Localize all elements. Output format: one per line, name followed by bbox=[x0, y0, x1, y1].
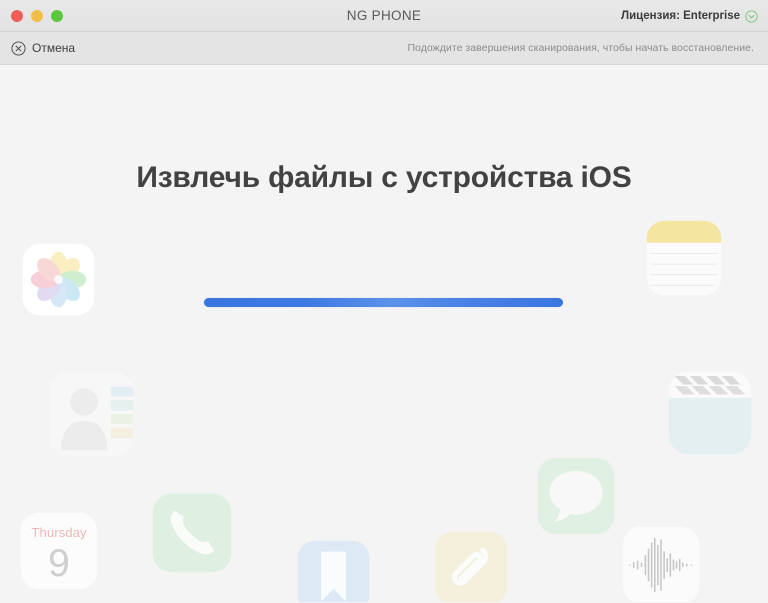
toolbar: Отмена Подождите завершения сканирования… bbox=[0, 32, 768, 65]
license-status[interactable]: Лицензия: Enterprise bbox=[621, 0, 758, 32]
scan-progress-bar bbox=[204, 298, 563, 307]
main-content: Thursday 9 Извлечь файлы с устройства iO… bbox=[0, 65, 768, 602]
scan-progress-fill bbox=[204, 298, 563, 307]
calendar-icon: Thursday 9 bbox=[20, 512, 98, 590]
chevron-down-circle-icon[interactable] bbox=[745, 9, 758, 23]
svg-text:9: 9 bbox=[48, 542, 70, 585]
cancel-button[interactable]: Отмена bbox=[11, 40, 76, 56]
svg-text:Thursday: Thursday bbox=[31, 525, 87, 540]
cancel-button-label: Отмена bbox=[32, 41, 76, 55]
scan-hint-text: Подождите завершения сканирования, чтобы… bbox=[407, 42, 754, 54]
attachments-icon bbox=[434, 531, 508, 602]
phone-icon bbox=[152, 493, 232, 573]
voice-memos-icon bbox=[622, 526, 700, 602]
close-circle-icon bbox=[11, 40, 26, 56]
maximize-window-button[interactable] bbox=[51, 10, 63, 22]
app-window: NG PHONE Лицензия: Enterprise Отмена Под… bbox=[0, 0, 768, 603]
status-block: Извлечь файлы с устройства iOS bbox=[0, 161, 768, 195]
license-label: Лицензия: Enterprise bbox=[621, 10, 740, 22]
videos-icon bbox=[668, 371, 752, 455]
close-window-button[interactable] bbox=[11, 10, 23, 22]
minimize-window-button[interactable] bbox=[31, 10, 43, 22]
page-title: Извлечь файлы с устройства iOS bbox=[136, 161, 632, 194]
contacts-icon bbox=[48, 371, 134, 457]
photos-icon bbox=[22, 243, 95, 316]
notes-icon bbox=[646, 220, 722, 296]
bookmarks-icon bbox=[297, 540, 370, 602]
window-titlebar: NG PHONE Лицензия: Enterprise bbox=[0, 0, 768, 32]
messages-icon bbox=[537, 457, 615, 535]
traffic-lights bbox=[11, 0, 63, 32]
